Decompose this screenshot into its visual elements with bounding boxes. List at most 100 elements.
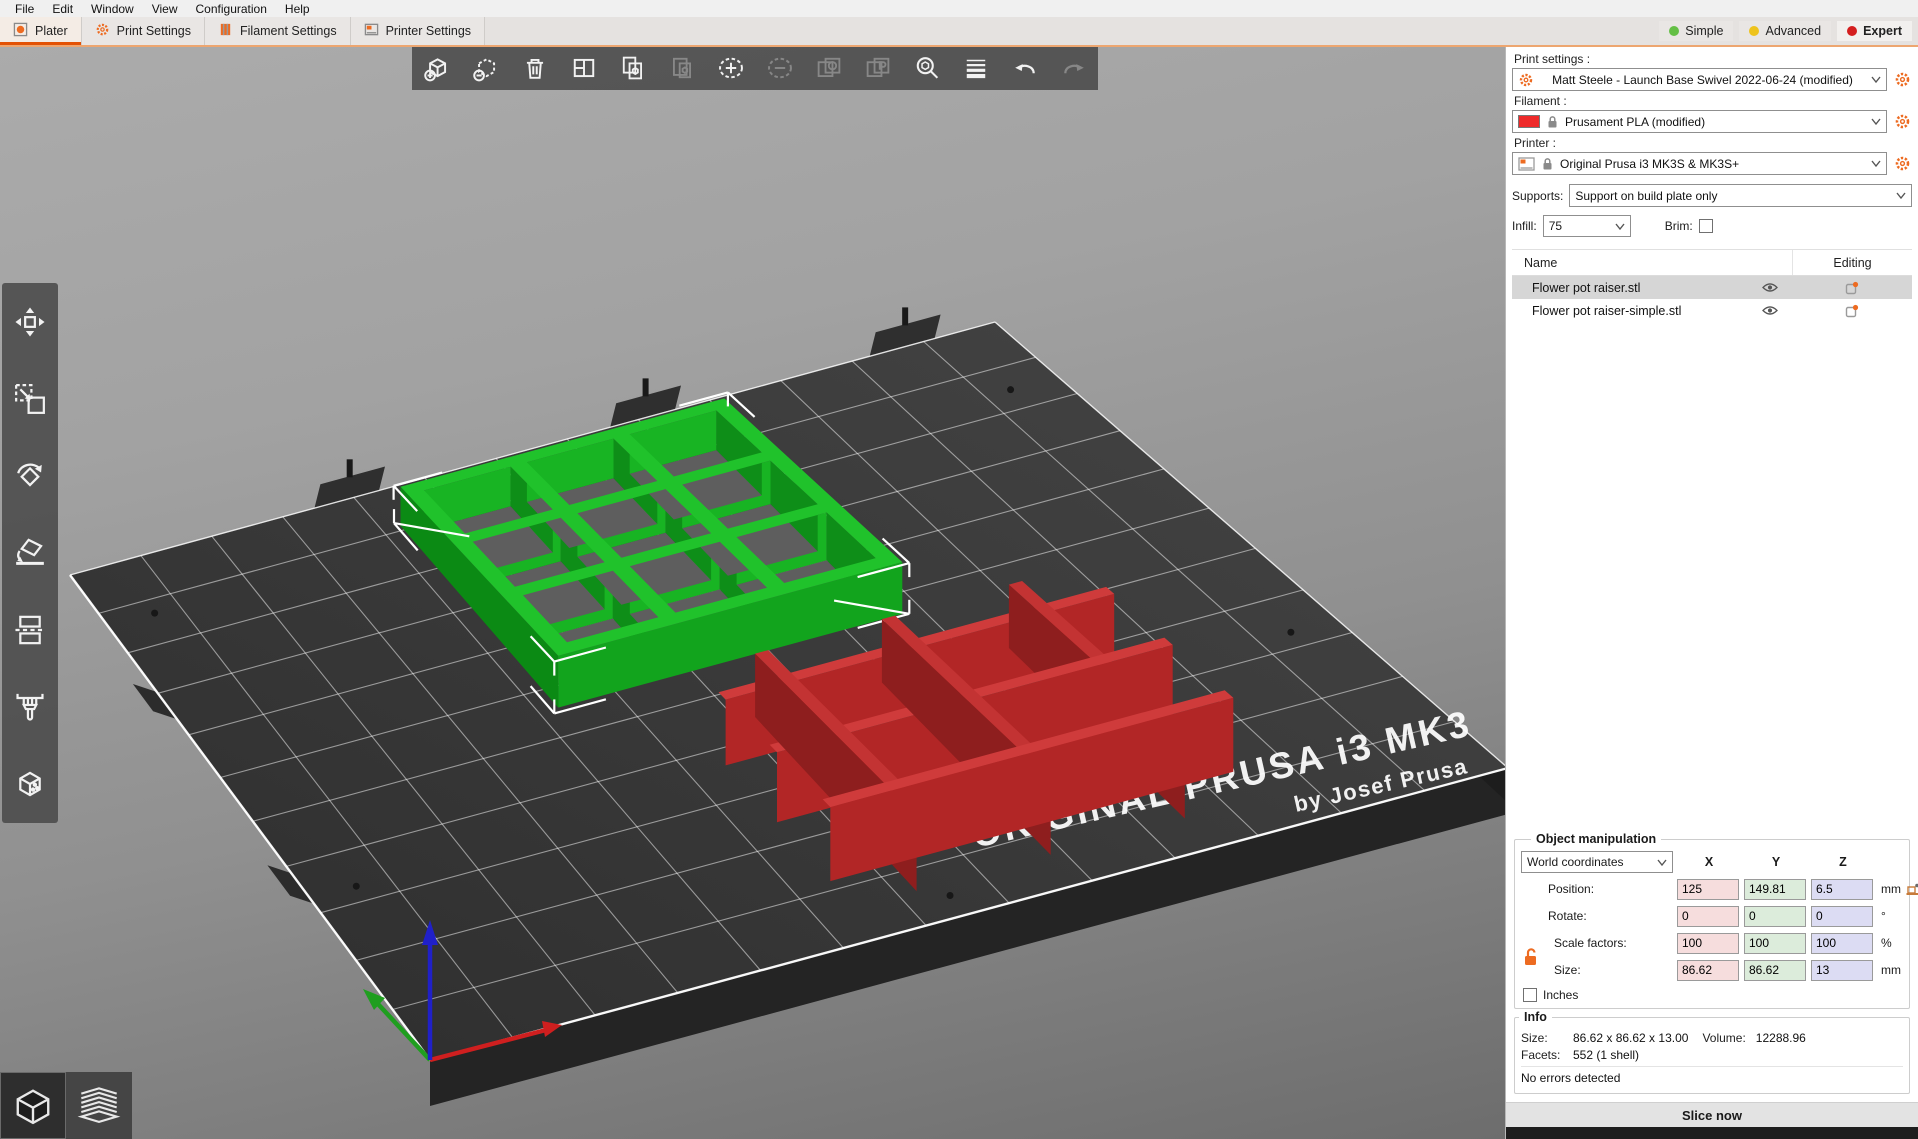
object-row-flower-pot-raiser[interactable]: Flower pot raiser.stl bbox=[1512, 276, 1912, 299]
tab-printer-settings[interactable]: Printer Settings bbox=[351, 17, 485, 45]
rotate-tool-button[interactable] bbox=[4, 443, 56, 509]
edit-object-icon[interactable] bbox=[1792, 281, 1912, 295]
coordinate-system-combo[interactable]: World coordinates bbox=[1521, 851, 1673, 873]
chevron-down-icon bbox=[1615, 223, 1625, 230]
paint-on-supports-icon bbox=[12, 689, 48, 725]
preview-button[interactable] bbox=[66, 1072, 132, 1139]
info-panel: Info Size: 86.62 x 86.62 x 13.00 Volume:… bbox=[1514, 1017, 1910, 1094]
print-profile-gear-icon bbox=[1518, 72, 1534, 88]
size-y-field[interactable] bbox=[1744, 960, 1806, 981]
edit-filament-button[interactable] bbox=[1892, 112, 1912, 132]
filament-combo[interactable]: Prusament PLA (modified) bbox=[1512, 110, 1887, 133]
delete-object-icon bbox=[471, 53, 501, 83]
editor-view-button[interactable] bbox=[0, 1072, 66, 1139]
info-title: Info bbox=[1519, 1010, 1552, 1024]
print-settings-combo[interactable]: Matt Steele - Launch Base Swivel 2022-06… bbox=[1512, 68, 1887, 91]
mode-simple[interactable]: Simple bbox=[1659, 21, 1733, 41]
top-toolbar bbox=[412, 46, 1098, 90]
drop-to-bed-icon[interactable] bbox=[1905, 882, 1918, 896]
prusaslicer-window: File Edit Window View Configuration Help… bbox=[0, 0, 1918, 1139]
delete-all-button[interactable] bbox=[510, 46, 559, 90]
redo-button[interactable] bbox=[1049, 46, 1098, 90]
arrange-button[interactable] bbox=[559, 46, 608, 90]
scale-z-field[interactable] bbox=[1811, 933, 1873, 954]
left-toolbar bbox=[2, 283, 58, 823]
menu-view[interactable]: View bbox=[143, 2, 187, 16]
visibility-eye-icon[interactable] bbox=[1748, 305, 1792, 316]
tab-print-settings[interactable]: Print Settings bbox=[82, 17, 205, 45]
inches-label: Inches bbox=[1543, 988, 1578, 1002]
print-bed bbox=[70, 307, 1505, 1106]
edit-object-icon[interactable] bbox=[1792, 304, 1912, 318]
place-on-face-tool-button[interactable] bbox=[4, 520, 56, 586]
axis-z-header: Z bbox=[1811, 855, 1875, 869]
menu-help[interactable]: Help bbox=[276, 2, 319, 16]
viewport-3d-scene: ORIGINAL PRUSA i3 MK3 by Josef Prusa bbox=[0, 45, 1505, 1139]
paste-button[interactable] bbox=[657, 46, 706, 90]
paint-on-supports-tool-button[interactable] bbox=[4, 674, 56, 740]
mode-switcher: Simple Advanced Expert bbox=[1659, 17, 1918, 45]
tab-plater[interactable]: Plater bbox=[0, 17, 82, 45]
info-facets-value: 552 (1 shell) bbox=[1573, 1048, 1639, 1062]
scale-x-field[interactable] bbox=[1677, 933, 1739, 954]
object-row-flower-pot-raiser-simple[interactable]: Flower pot raiser-simple.stl bbox=[1512, 299, 1912, 322]
split-to-parts-icon bbox=[863, 53, 893, 83]
menu-edit[interactable]: Edit bbox=[43, 2, 82, 16]
position-label: Position: bbox=[1544, 882, 1674, 896]
seam-painting-tool-button[interactable] bbox=[4, 751, 56, 817]
brim-checkbox[interactable] bbox=[1699, 219, 1713, 233]
edit-print-settings-button[interactable] bbox=[1892, 70, 1912, 90]
cut-tool-button[interactable] bbox=[4, 597, 56, 663]
printable-objects bbox=[363, 392, 1233, 1060]
move-tool-button[interactable] bbox=[4, 289, 56, 355]
infill-combo[interactable]: 75 bbox=[1543, 215, 1631, 237]
object-manipulation-title: Object manipulation bbox=[1531, 832, 1661, 846]
search-button[interactable] bbox=[902, 46, 951, 90]
chevron-down-icon bbox=[1871, 118, 1881, 125]
mode-expert[interactable]: Expert bbox=[1837, 21, 1912, 41]
edit-printer-button[interactable] bbox=[1892, 154, 1912, 174]
bed-brand-text: ORIGINAL PRUSA i3 MK3 bbox=[968, 703, 1476, 856]
menu-configuration[interactable]: Configuration bbox=[187, 2, 276, 16]
scale-y-field[interactable] bbox=[1744, 933, 1806, 954]
add-object-button[interactable] bbox=[412, 46, 461, 90]
split-to-objects-button[interactable] bbox=[804, 46, 853, 90]
preview-layers-icon bbox=[76, 1083, 122, 1129]
add-object-icon bbox=[422, 53, 452, 83]
move-icon bbox=[12, 304, 48, 340]
size-x-field[interactable] bbox=[1677, 960, 1739, 981]
rotate-y-field[interactable] bbox=[1744, 906, 1806, 927]
delete-object-button[interactable] bbox=[461, 46, 510, 90]
position-z-field[interactable] bbox=[1811, 879, 1873, 900]
variable-layer-height-button[interactable] bbox=[951, 46, 1000, 90]
position-y-field[interactable] bbox=[1744, 879, 1806, 900]
size-z-field[interactable] bbox=[1811, 960, 1873, 981]
slice-now-button[interactable]: Slice now bbox=[1506, 1102, 1918, 1127]
scale-factors-label: Scale factors: bbox=[1544, 936, 1674, 950]
copy-button[interactable] bbox=[608, 46, 657, 90]
search-icon bbox=[912, 53, 942, 83]
rotate-x-field[interactable] bbox=[1677, 906, 1739, 927]
add-instance-button[interactable] bbox=[706, 46, 755, 90]
mode-advanced[interactable]: Advanced bbox=[1739, 21, 1831, 41]
tab-filament-settings[interactable]: Filament Settings bbox=[205, 17, 351, 45]
printer-value: Original Prusa i3 MK3S & MK3S+ bbox=[1560, 157, 1865, 171]
menu-window[interactable]: Window bbox=[82, 2, 143, 16]
undo-button[interactable] bbox=[1000, 46, 1049, 90]
advanced-mode-dot-icon bbox=[1749, 26, 1759, 36]
remove-instance-button[interactable] bbox=[755, 46, 804, 90]
inches-checkbox[interactable] bbox=[1523, 988, 1537, 1002]
supports-combo[interactable]: Support on build plate only bbox=[1569, 184, 1912, 207]
undo-icon bbox=[1010, 53, 1040, 83]
printer-combo[interactable]: Original Prusa i3 MK3S & MK3S+ bbox=[1512, 152, 1887, 175]
tabbar-accent-line bbox=[0, 45, 1918, 47]
scale-tool-button[interactable] bbox=[4, 366, 56, 432]
size-label: Size: bbox=[1544, 963, 1674, 977]
position-x-field[interactable] bbox=[1677, 879, 1739, 900]
uniform-scale-lock[interactable] bbox=[1521, 947, 1541, 967]
split-to-parts-button[interactable] bbox=[853, 46, 902, 90]
3d-viewport[interactable]: ORIGINAL PRUSA i3 MK3 by Josef Prusa bbox=[0, 45, 1505, 1139]
rotate-z-field[interactable] bbox=[1811, 906, 1873, 927]
menu-file[interactable]: File bbox=[6, 2, 43, 16]
visibility-eye-icon[interactable] bbox=[1748, 282, 1792, 293]
